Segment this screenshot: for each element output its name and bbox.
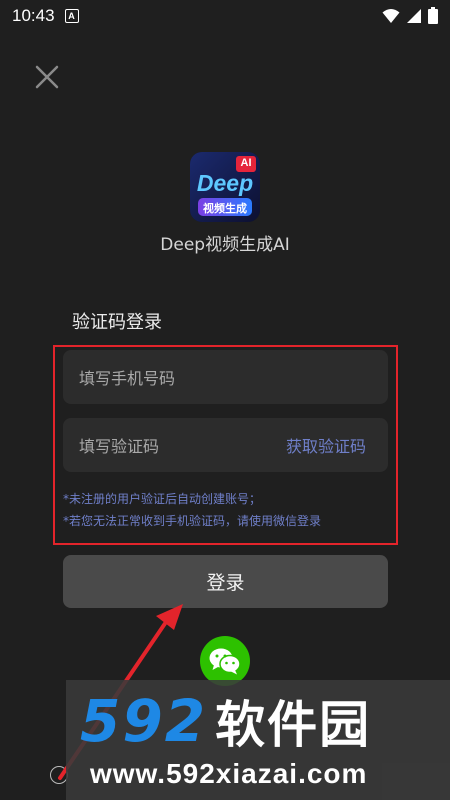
close-button[interactable] <box>34 64 60 90</box>
app-name: Deep视频生成AI <box>160 235 290 255</box>
logo-subtitle: 视频生成 <box>203 202 247 215</box>
app-logo: AI Deep 视频生成 <box>190 152 260 222</box>
watermark-logo: 592 软件园 <box>80 687 371 755</box>
logo-text: Deep <box>196 170 254 196</box>
status-time: 10:43 <box>12 6 55 25</box>
wifi-icon <box>382 8 400 23</box>
wechat-login-button[interactable] <box>200 636 250 686</box>
notification-icon: A <box>64 9 79 23</box>
watermark-url: www.592xiazai.com <box>90 758 368 789</box>
battery-icon <box>428 7 438 24</box>
watermark-digits: 592 <box>80 687 208 755</box>
signal-icon <box>407 8 421 23</box>
annotation-highlight-box <box>53 345 398 545</box>
close-icon <box>35 65 59 89</box>
wechat-icon <box>209 648 241 675</box>
login-button[interactable]: 登录 <box>63 555 388 608</box>
logo-badge: AI <box>240 157 252 169</box>
status-bar: 10:43 A <box>0 0 450 32</box>
login-section-title: 验证码登录 <box>72 312 162 333</box>
status-icons <box>382 7 438 24</box>
watermark-site-name: 软件园 <box>215 696 372 754</box>
watermark-banner: 592 软件园 www.592xiazai.com <box>66 680 450 800</box>
